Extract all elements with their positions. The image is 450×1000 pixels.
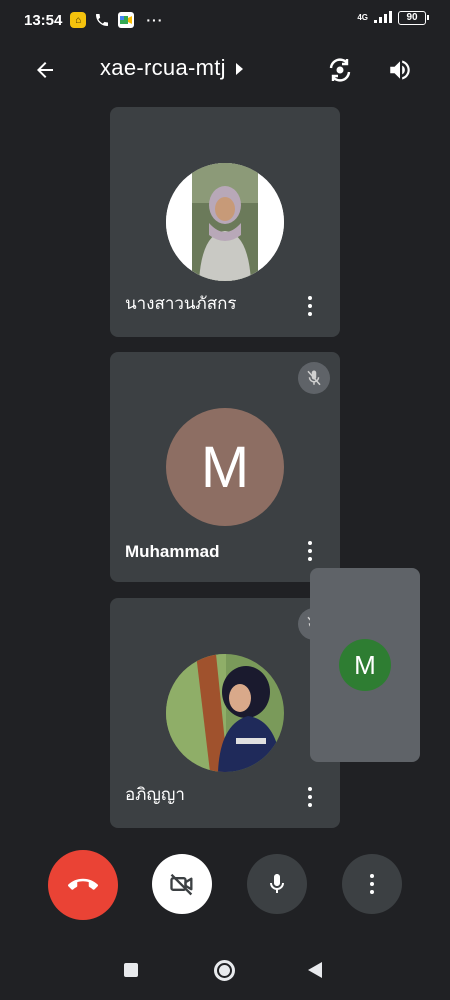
volume-up-icon — [390, 60, 410, 80]
switch-camera-button[interactable] — [323, 53, 357, 87]
status-right: 4G 90 — [357, 10, 429, 26]
home-app-notification-icon: ⌂ — [70, 12, 87, 28]
participant-avatar: M — [166, 408, 284, 526]
home-button[interactable] — [214, 960, 235, 981]
meet-notification-icon — [118, 12, 135, 28]
end-call-icon — [68, 878, 98, 890]
camera-off-icon — [170, 873, 193, 896]
avatar-initial: M — [200, 434, 250, 500]
self-avatar-initial: M — [354, 649, 376, 680]
participant-name: Muhammad — [125, 542, 220, 561]
participant-tile[interactable]: อภิญญา — [110, 598, 340, 828]
call-notification-icon — [94, 12, 110, 28]
more-vert-icon — [370, 874, 374, 894]
more-notifications-icon: ··· — [146, 12, 164, 28]
back-button[interactable] — [28, 53, 62, 87]
system-back-button[interactable] — [308, 962, 322, 978]
meeting-code: xae-rcua-mtj — [100, 55, 226, 80]
self-avatar: M — [339, 639, 391, 691]
meeting-info-button[interactable]: xae-rcua-mtj — [100, 55, 243, 81]
participant-avatar-photo — [166, 163, 284, 281]
participant-menu-button[interactable] — [298, 293, 322, 319]
participant-menu-button[interactable] — [298, 538, 322, 564]
participant-tile[interactable]: M Muhammad — [110, 352, 340, 582]
call-header: xae-rcua-mtj — [0, 45, 450, 93]
status-bar: 13:54 ⌂ ··· 4G 90 — [0, 0, 450, 40]
participant-menu-button[interactable] — [298, 784, 322, 810]
meet-call-screen: 13:54 ⌂ ··· 4G 90 xae-rcua-mtj นางสาวนภั… — [0, 0, 450, 1000]
participant-avatar-photo — [166, 654, 284, 772]
more-options-button[interactable] — [342, 854, 402, 914]
system-nav-bar — [0, 945, 450, 995]
end-call-button[interactable] — [48, 850, 118, 920]
caret-right-icon — [235, 63, 243, 75]
mic-off-icon — [298, 362, 330, 394]
participant-tile[interactable]: นางสาวนภัสกร — [110, 107, 340, 337]
participant-name: อภิญญา — [125, 785, 185, 804]
participant-name: นางสาวนภัสกร — [125, 294, 237, 313]
self-view-tile[interactable]: M — [310, 568, 420, 762]
battery-icon: 90 — [398, 11, 429, 25]
signal-icon — [374, 10, 392, 26]
camera-toggle-button[interactable] — [152, 854, 212, 914]
speaker-button[interactable] — [383, 53, 417, 87]
mic-icon — [270, 874, 284, 893]
status-time: 13:54 — [24, 11, 63, 29]
mic-toggle-button[interactable] — [247, 854, 307, 914]
recents-button[interactable] — [124, 963, 138, 977]
arrow-back-icon — [37, 62, 53, 78]
switch-camera-icon — [329, 58, 351, 82]
network-type: 4G — [357, 13, 368, 22]
